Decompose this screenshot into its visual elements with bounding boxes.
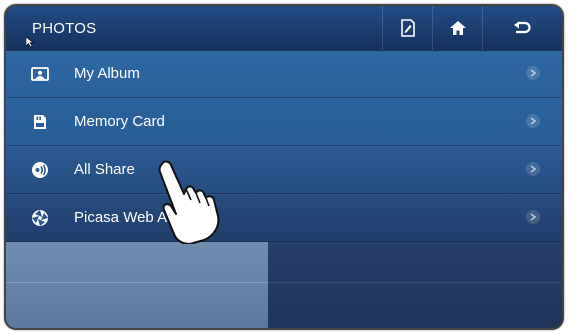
menu-item-label: All Share <box>74 161 135 178</box>
divider <box>6 282 268 283</box>
menu-item-all-share[interactable]: All Share <box>6 146 562 194</box>
home-icon <box>449 20 467 36</box>
back-button[interactable] <box>482 6 561 50</box>
chevron-right-icon <box>526 66 540 80</box>
picasa-icon <box>30 208 50 228</box>
back-icon <box>513 21 531 35</box>
home-button[interactable] <box>432 6 483 50</box>
page-title: PHOTOS <box>32 20 97 37</box>
chevron-right-icon <box>526 210 540 224</box>
empty-area <box>268 242 562 328</box>
menu-item-label: Memory Card <box>74 113 165 130</box>
menu-item-memory-card[interactable]: Memory Card <box>6 98 562 146</box>
app-window: PHOTOS My Album Memory Card All Share Pi… <box>4 4 564 330</box>
divider <box>268 282 562 283</box>
title-bar: PHOTOS <box>6 6 562 51</box>
album-icon <box>30 64 50 84</box>
memory-card-icon <box>30 112 50 132</box>
pointing-hand-icon <box>154 158 224 249</box>
menu-item-my-album[interactable]: My Album <box>6 50 562 98</box>
chevron-right-icon <box>526 114 540 128</box>
edit-icon <box>400 19 416 37</box>
menu-item-picasa[interactable]: Picasa Web A <box>6 194 562 242</box>
menu-list: My Album Memory Card All Share Picasa We… <box>6 50 562 242</box>
menu-item-label: My Album <box>74 65 140 82</box>
empty-area-highlight <box>6 242 268 328</box>
edit-button[interactable] <box>382 6 433 50</box>
allshare-icon <box>30 160 50 180</box>
chevron-right-icon <box>526 162 540 176</box>
